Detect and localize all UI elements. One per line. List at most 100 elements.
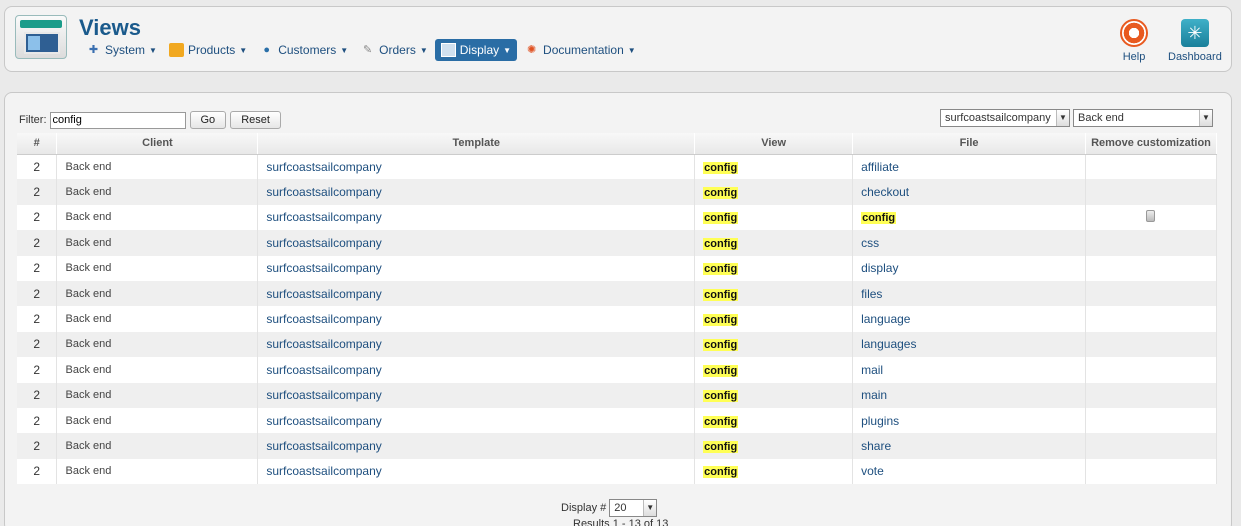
row-file-link[interactable]: config (852, 204, 1086, 231)
lifebuoy-icon: ✺ (526, 44, 537, 56)
row-template-link[interactable]: surfcoastsailcompany (257, 179, 696, 205)
view-highlight: config (703, 161, 739, 174)
row-remove-cell (1085, 357, 1218, 383)
row-num: 2 (17, 230, 58, 256)
table-row: 2 Back end surfcoastsailcompany config files (17, 280, 1218, 307)
row-file-link[interactable]: language (852, 306, 1086, 332)
view-highlight: config (703, 415, 739, 428)
view-highlight: config (703, 466, 739, 479)
row-view: config (694, 357, 854, 383)
table-row: 2 Back end surfcoastsailcompany config mail (17, 357, 1218, 383)
row-template-link[interactable]: surfcoastsailcompany (257, 382, 696, 408)
row-num: 2 (17, 458, 58, 485)
row-file-link[interactable]: files (852, 280, 1086, 307)
row-client: Back end (56, 280, 259, 307)
row-num: 2 (17, 306, 58, 332)
nav-system[interactable]: ✚ System ▼ (81, 39, 162, 61)
file-name: share (861, 438, 892, 453)
row-file-link[interactable]: plugins (852, 407, 1086, 434)
row-view: config (694, 331, 854, 358)
row-client: Back end (56, 154, 259, 180)
row-client: Back end (56, 382, 259, 408)
filter-input[interactable] (49, 111, 186, 129)
row-file-link[interactable]: display (852, 255, 1086, 281)
row-file-link[interactable]: checkout (852, 179, 1086, 205)
row-template-link[interactable]: surfcoastsailcompany (257, 433, 696, 459)
row-template-link[interactable]: surfcoastsailcompany (257, 357, 696, 383)
dashboard-icon: ✳ (1180, 19, 1209, 47)
row-file-link[interactable]: main (852, 382, 1086, 408)
row-client: Back end (56, 179, 259, 205)
display-count-select[interactable]: 20 ▼ (609, 499, 658, 517)
go-button[interactable]: Go (189, 111, 227, 129)
row-template-link[interactable]: surfcoastsailcompany (257, 331, 696, 358)
select-arrow-icon: ▼ (1056, 110, 1069, 126)
row-template-link[interactable]: surfcoastsailcompany (257, 255, 696, 281)
file-name: plugins (861, 413, 900, 428)
row-file-link[interactable]: mail (852, 357, 1086, 383)
row-template-link[interactable]: surfcoastsailcompany (257, 407, 696, 434)
dashboard-button[interactable]: ✳ Dashboard (1168, 19, 1222, 63)
row-remove-cell (1085, 433, 1218, 459)
table-row: 2 Back end surfcoastsailcompany config langu… (17, 331, 1218, 358)
view-highlight: config (703, 187, 739, 200)
row-template-link[interactable]: surfcoastsailcompany (257, 230, 696, 256)
nav-products[interactable]: Products ▼ (164, 39, 252, 61)
nav-orders[interactable]: ✎ Orders ▼ (355, 39, 433, 61)
row-num: 2 (17, 357, 58, 383)
row-remove-cell (1085, 280, 1218, 307)
help-icon (1120, 19, 1148, 47)
caret-down-icon: ▼ (239, 45, 248, 55)
file-name: display (861, 261, 899, 276)
trash-icon[interactable] (1146, 209, 1156, 222)
col-header-num[interactable]: # (17, 133, 58, 155)
caret-down-icon: ▼ (419, 45, 428, 55)
row-remove-cell (1085, 204, 1218, 231)
row-client: Back end (56, 331, 259, 358)
template-select[interactable]: surfcoastsailcompany ▼ (940, 109, 1070, 127)
help-button[interactable]: Help (1120, 19, 1148, 63)
file-name: language (861, 312, 911, 327)
col-header-file[interactable]: File (852, 133, 1086, 155)
row-num: 2 (17, 407, 58, 434)
row-template-link[interactable]: surfcoastsailcompany (257, 280, 696, 307)
view-highlight: config (703, 212, 739, 225)
file-name: checkout (861, 185, 910, 200)
row-file-link[interactable]: css (852, 230, 1086, 256)
nav-customers[interactable]: ● Customers ▼ (254, 39, 353, 61)
row-num: 2 (17, 433, 58, 459)
main-nav: ✚ System ▼ Products ▼ ● Customers ▼ ✎ Orders ▼ … (81, 39, 643, 61)
row-num: 2 (17, 204, 58, 231)
nav-documentation[interactable]: ✺ Documentation ▼ (519, 39, 641, 61)
header-panel: Views ✚ System ▼ Products ▼ ● Customers ▼ ✎ Or… (4, 6, 1232, 72)
row-file-link[interactable]: share (852, 433, 1086, 459)
view-highlight: config (703, 237, 739, 250)
table-row: 2 Back end surfcoastsailcompany config plugi… (17, 407, 1218, 434)
row-remove-cell (1085, 382, 1218, 408)
col-header-view[interactable]: View (694, 133, 854, 155)
view-highlight: config (703, 288, 739, 301)
file-name: affiliate (861, 159, 899, 174)
view-highlight: config (703, 263, 739, 276)
row-remove-cell (1085, 458, 1218, 485)
col-header-client[interactable]: Client (56, 133, 259, 155)
client-select[interactable]: Back end ▼ (1073, 109, 1213, 127)
row-template-link[interactable]: surfcoastsailcompany (257, 458, 696, 485)
nav-display[interactable]: Display ▼ (434, 39, 518, 61)
table-row: 2 Back end surfcoastsailcompany config css (17, 230, 1218, 256)
row-template-link[interactable]: surfcoastsailcompany (257, 154, 696, 180)
row-view: config (694, 280, 854, 307)
views-panel: Filter: Go Reset surfcoastsailcompany▼ B… (4, 92, 1232, 526)
row-remove-cell (1085, 179, 1218, 205)
row-template-link[interactable]: surfcoastsailcompany (257, 306, 696, 332)
row-num: 2 (17, 179, 58, 205)
row-file-link[interactable]: vote (852, 458, 1086, 485)
row-file-link[interactable]: languages (852, 331, 1086, 358)
reset-button[interactable]: Reset (230, 111, 281, 129)
table-row: 2 Back end surfcoastsailcompany config langu… (17, 306, 1218, 332)
row-file-link[interactable]: affiliate (852, 154, 1086, 180)
row-client: Back end (56, 407, 259, 434)
caret-down-icon: ▼ (340, 45, 349, 55)
row-template-link[interactable]: surfcoastsailcompany (257, 204, 696, 231)
col-header-template[interactable]: Template (257, 133, 696, 155)
